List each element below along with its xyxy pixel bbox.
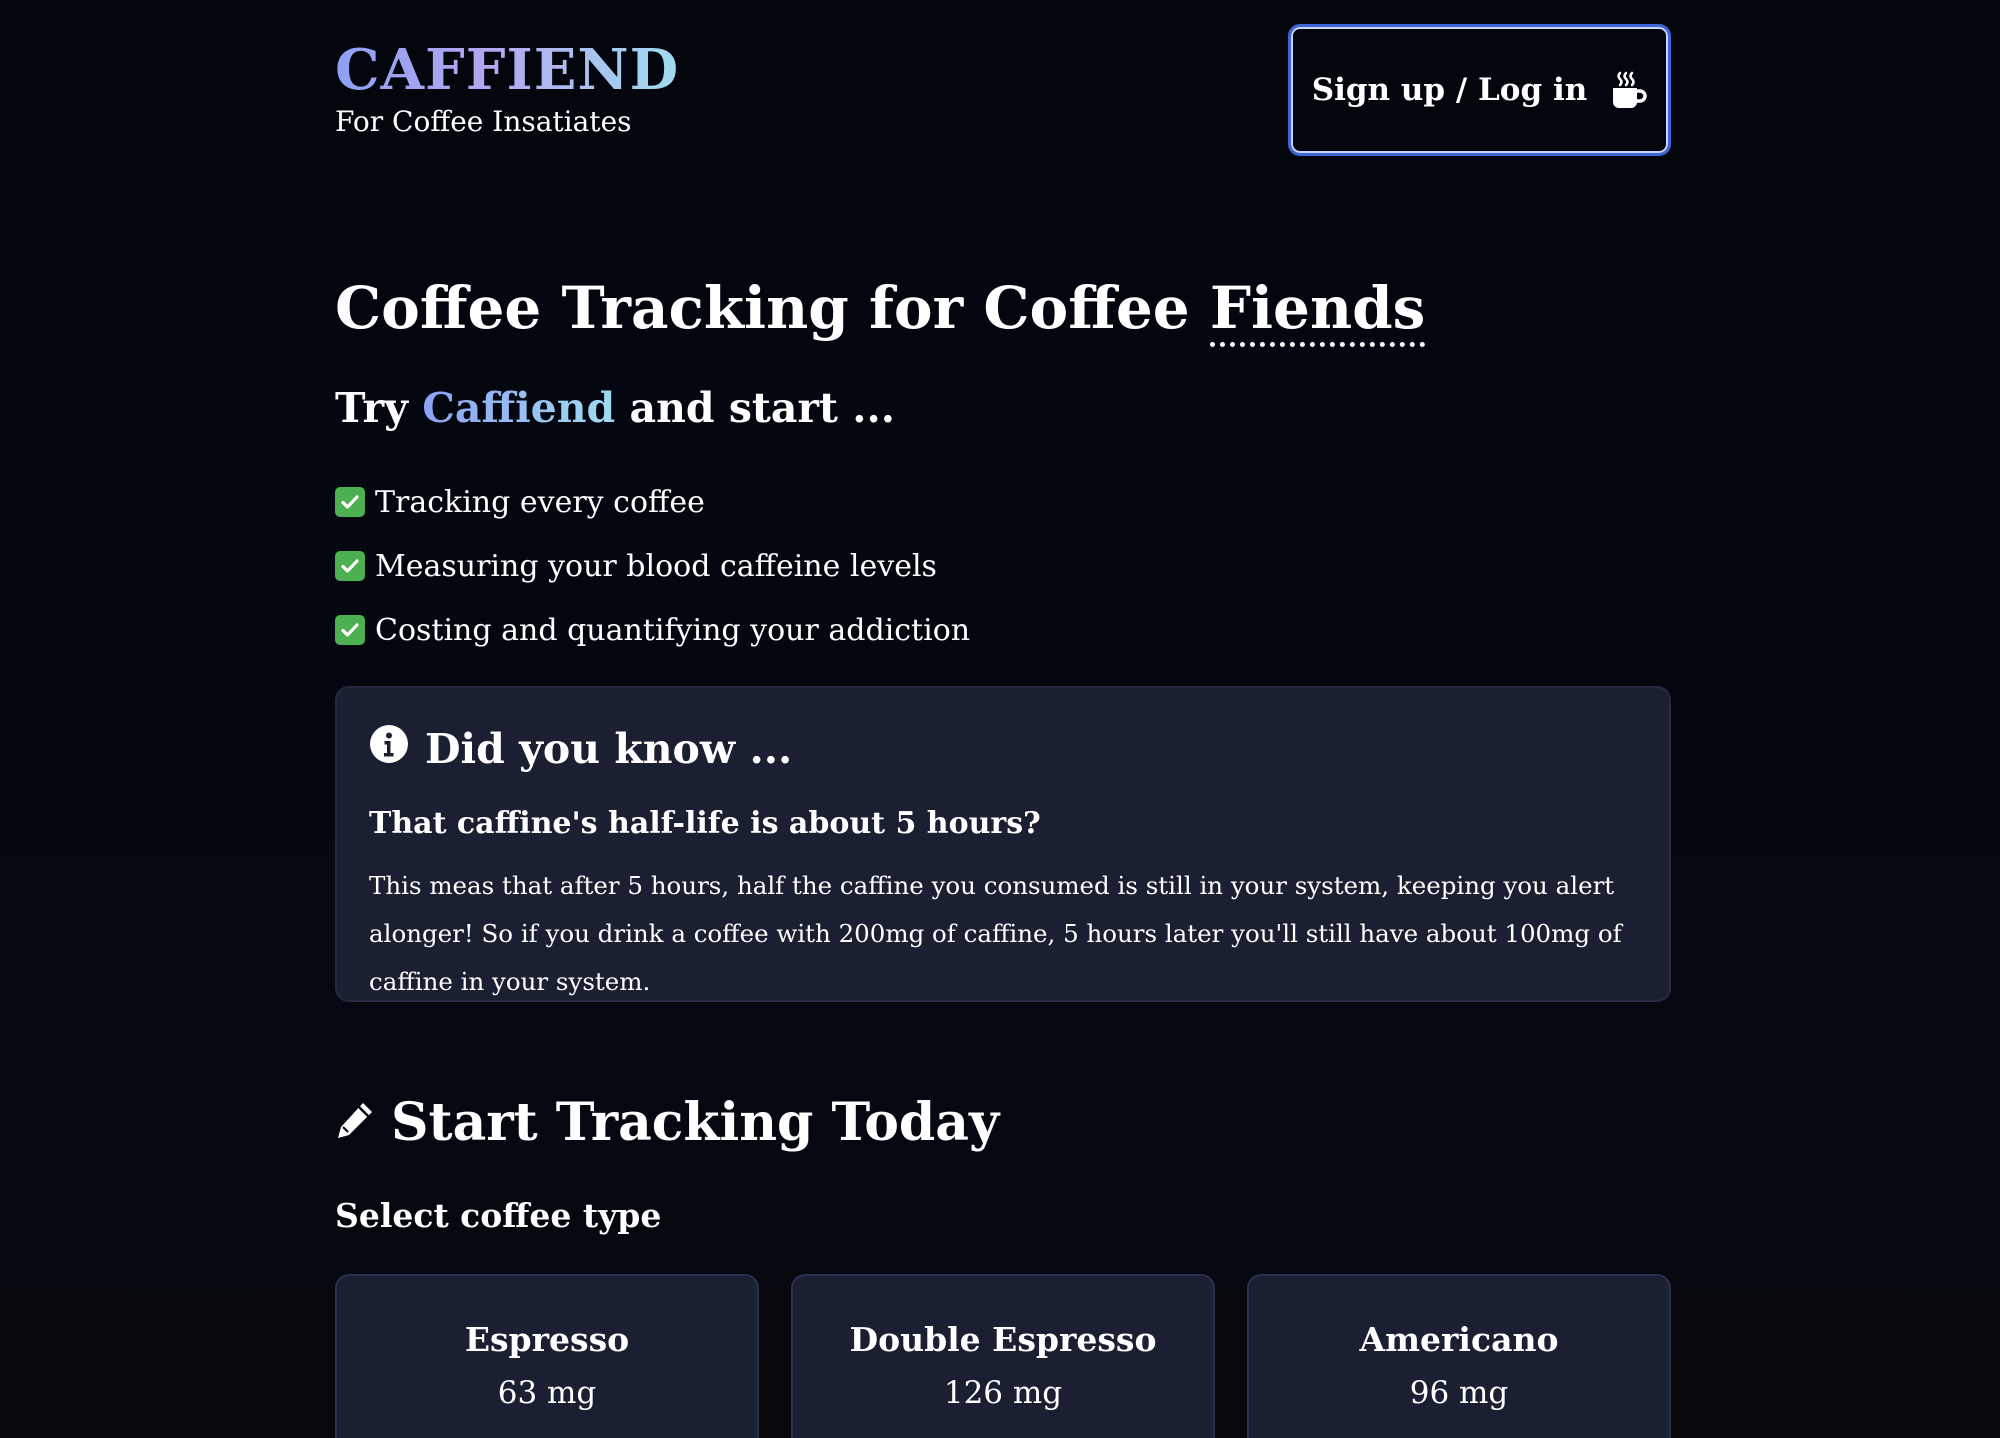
mug-hot-icon <box>1611 70 1647 110</box>
feature-text: Measuring your blood caffeine levels <box>375 548 937 584</box>
info-circle-icon <box>369 724 409 774</box>
feature-item: Measuring your blood caffeine levels <box>335 534 970 598</box>
brand: CAFFIEND For Coffee Insatiates <box>335 36 679 140</box>
coffee-caffeine: 63 mg <box>497 1375 597 1411</box>
feature-item: Tracking every coffee <box>335 470 970 534</box>
feature-item: Costing and quantifying your addiction <box>335 598 970 662</box>
coffee-type-grid: Espresso 63 mg Double Espresso 126 mg Am… <box>335 1274 1671 1438</box>
brand-tagline: For Coffee Insatiates <box>335 105 632 138</box>
checkmark-icon <box>335 615 365 645</box>
signup-login-label: Sign up / Log in <box>1311 72 1588 108</box>
hero-title-prefix: Coffee Tracking for Coffee <box>335 274 1210 342</box>
select-coffee-label: Select coffee type <box>335 1196 662 1235</box>
coffee-caffeine: 126 mg <box>943 1375 1063 1411</box>
main-container: CAFFIEND For Coffee Insatiates Sign up /… <box>335 0 1671 1438</box>
hero-title: Coffee Tracking for Coffee Fiends <box>335 268 1426 348</box>
coffee-option-espresso[interactable]: Espresso 63 mg <box>335 1274 759 1438</box>
coffee-name: Americano <box>1359 1320 1559 1359</box>
signup-login-button[interactable]: Sign up / Log in <box>1288 24 1671 156</box>
hero-subtitle-after: and start ... <box>615 384 896 432</box>
pencil-icon <box>335 1092 375 1153</box>
fact-body: This meas that after 5 hours, half the c… <box>369 871 1622 996</box>
coffee-option-double-espresso[interactable]: Double Espresso 126 mg <box>791 1274 1215 1438</box>
hero-subtitle: Try Caffiend and start ... <box>335 378 895 438</box>
start-tracking-heading: Start Tracking Today <box>335 1084 999 1160</box>
coffee-name: Espresso <box>464 1320 630 1359</box>
hero-title-emphasis: Fiends <box>1209 274 1426 347</box>
did-you-know-title: Did you know ... <box>425 725 793 773</box>
feature-list: Tracking every coffee Measuring your blo… <box>335 470 970 662</box>
did-you-know-heading: Did you know ... <box>369 724 1637 774</box>
did-you-know-card: Did you know ... That caffine's half-lif… <box>335 686 1671 1002</box>
coffee-option-americano[interactable]: Americano 96 mg <box>1247 1274 1671 1438</box>
hero-subtitle-before: Try <box>335 384 423 432</box>
fact-question: That caffine's half-life is about 5 hour… <box>369 806 1041 841</box>
feature-text: Costing and quantifying your addiction <box>375 612 971 648</box>
coffee-name: Double Espresso <box>849 1320 1157 1359</box>
hero-subtitle-accent: Caffiend <box>422 384 616 432</box>
checkmark-icon <box>335 551 365 581</box>
page: CAFFIEND For Coffee Insatiates Sign up /… <box>0 0 2000 1438</box>
feature-text: Tracking every coffee <box>375 484 705 520</box>
checkmark-icon <box>335 487 365 517</box>
start-tracking-title: Start Tracking Today <box>391 1091 1000 1153</box>
site-header: CAFFIEND For Coffee Insatiates Sign up /… <box>335 0 1671 170</box>
coffee-caffeine: 96 mg <box>1409 1375 1509 1411</box>
brand-title[interactable]: CAFFIEND <box>335 36 679 104</box>
